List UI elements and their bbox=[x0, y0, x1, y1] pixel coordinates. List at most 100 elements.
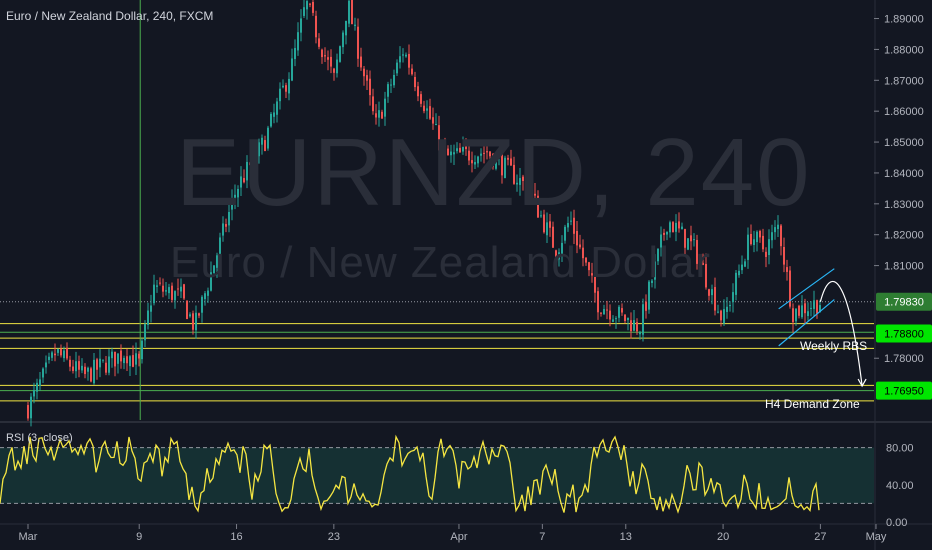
candle-body bbox=[111, 351, 113, 359]
candle-body bbox=[204, 293, 206, 300]
candle-body bbox=[369, 78, 371, 96]
candle-body bbox=[465, 144, 467, 150]
time-tick-label: 20 bbox=[717, 531, 729, 543]
candle-body bbox=[540, 215, 542, 217]
candle-body bbox=[33, 390, 35, 397]
time-tick-label: 9 bbox=[136, 531, 142, 543]
candle-body bbox=[729, 304, 731, 307]
candle-body bbox=[501, 154, 503, 176]
candle-body bbox=[402, 54, 404, 56]
candle-body bbox=[567, 223, 569, 228]
candle-body bbox=[435, 123, 437, 125]
candle-body bbox=[450, 151, 452, 156]
candle-body bbox=[171, 285, 173, 300]
rsi-title: RSI (3, close) bbox=[6, 432, 73, 444]
candle-body bbox=[681, 226, 683, 230]
candle-body bbox=[534, 193, 536, 196]
candle-body bbox=[180, 286, 182, 292]
candle-body bbox=[717, 311, 719, 313]
candle-body bbox=[663, 232, 665, 235]
candle-body bbox=[345, 20, 347, 36]
time-tick-label: 7 bbox=[539, 531, 545, 543]
candle-body bbox=[636, 322, 638, 332]
candle-body bbox=[84, 366, 86, 375]
time-tick-label: 16 bbox=[230, 531, 242, 543]
candle-body bbox=[321, 49, 323, 58]
candle-body bbox=[432, 117, 434, 124]
candle-body bbox=[753, 239, 755, 245]
price-tick-label: 1.81000 bbox=[884, 261, 924, 273]
candle-body bbox=[627, 317, 629, 321]
candle-body bbox=[771, 232, 773, 241]
candle-body bbox=[81, 365, 83, 371]
candle-body bbox=[780, 225, 782, 247]
candle-body bbox=[474, 162, 476, 165]
candle-body bbox=[471, 160, 473, 164]
candle-body bbox=[183, 284, 185, 299]
candle-body bbox=[558, 252, 560, 260]
candle-body bbox=[27, 405, 29, 419]
price-tick-label: 1.84000 bbox=[884, 168, 924, 180]
candle-body bbox=[609, 310, 611, 320]
candle-body bbox=[249, 162, 251, 166]
candle-body bbox=[270, 113, 272, 127]
candle-body bbox=[537, 195, 539, 218]
candle-body bbox=[225, 224, 227, 227]
chart-title: Euro / New Zealand Dollar, 240, FXCM bbox=[6, 9, 214, 23]
candle-body bbox=[696, 239, 698, 264]
candle-body bbox=[549, 221, 551, 228]
candle-body bbox=[141, 340, 143, 360]
candle-body bbox=[762, 235, 764, 250]
candle-body bbox=[189, 314, 191, 317]
candle-body bbox=[135, 353, 137, 365]
candle-body bbox=[795, 308, 797, 322]
candle-body bbox=[114, 351, 116, 367]
candle-body bbox=[504, 157, 506, 179]
candle-body bbox=[222, 223, 224, 236]
candle-body bbox=[774, 227, 776, 233]
candle-body bbox=[108, 356, 110, 373]
candle-body bbox=[324, 55, 326, 57]
candle-body bbox=[234, 194, 236, 199]
candle-body bbox=[360, 56, 362, 68]
candle-body bbox=[75, 361, 77, 372]
projection-path bbox=[819, 280, 863, 387]
candle-body bbox=[489, 151, 491, 157]
price-tick-label: 1.85000 bbox=[884, 137, 924, 149]
candle-body bbox=[723, 309, 725, 324]
candle-body bbox=[543, 214, 545, 233]
candle-body bbox=[348, 0, 350, 24]
candle-body bbox=[726, 306, 728, 312]
candle-body bbox=[438, 125, 440, 151]
candle-body bbox=[675, 222, 677, 232]
candle-body bbox=[123, 357, 125, 364]
candle-body bbox=[132, 355, 134, 367]
h4-demand-zone-label: H4 Demand Zone bbox=[765, 397, 860, 411]
candle-body bbox=[231, 198, 233, 210]
candle-body bbox=[468, 150, 470, 161]
candle-body bbox=[246, 161, 248, 181]
candle-body bbox=[483, 152, 485, 154]
candle-body bbox=[294, 47, 296, 60]
candle-body bbox=[408, 53, 410, 68]
candle-body bbox=[228, 211, 230, 226]
price-tick-label: 1.83000 bbox=[884, 199, 924, 211]
candle-body bbox=[30, 396, 32, 419]
candle-body bbox=[498, 156, 500, 158]
candle-body bbox=[741, 264, 743, 271]
candle-body bbox=[399, 56, 401, 63]
candle-body bbox=[306, 1, 308, 10]
weekly-rbs-label: Weekly RBS bbox=[800, 339, 868, 353]
candle-body bbox=[480, 153, 482, 156]
candle-body bbox=[126, 356, 128, 364]
candle-body bbox=[90, 368, 92, 382]
candle-body bbox=[177, 288, 179, 290]
candle-body bbox=[366, 75, 368, 81]
candle-body bbox=[42, 368, 44, 378]
candle-body bbox=[804, 303, 806, 314]
candle-body bbox=[714, 287, 716, 311]
time-tick-label: Apr bbox=[450, 531, 467, 543]
candle-body bbox=[219, 237, 221, 254]
candle-body bbox=[747, 234, 749, 260]
candle-body bbox=[516, 182, 518, 185]
